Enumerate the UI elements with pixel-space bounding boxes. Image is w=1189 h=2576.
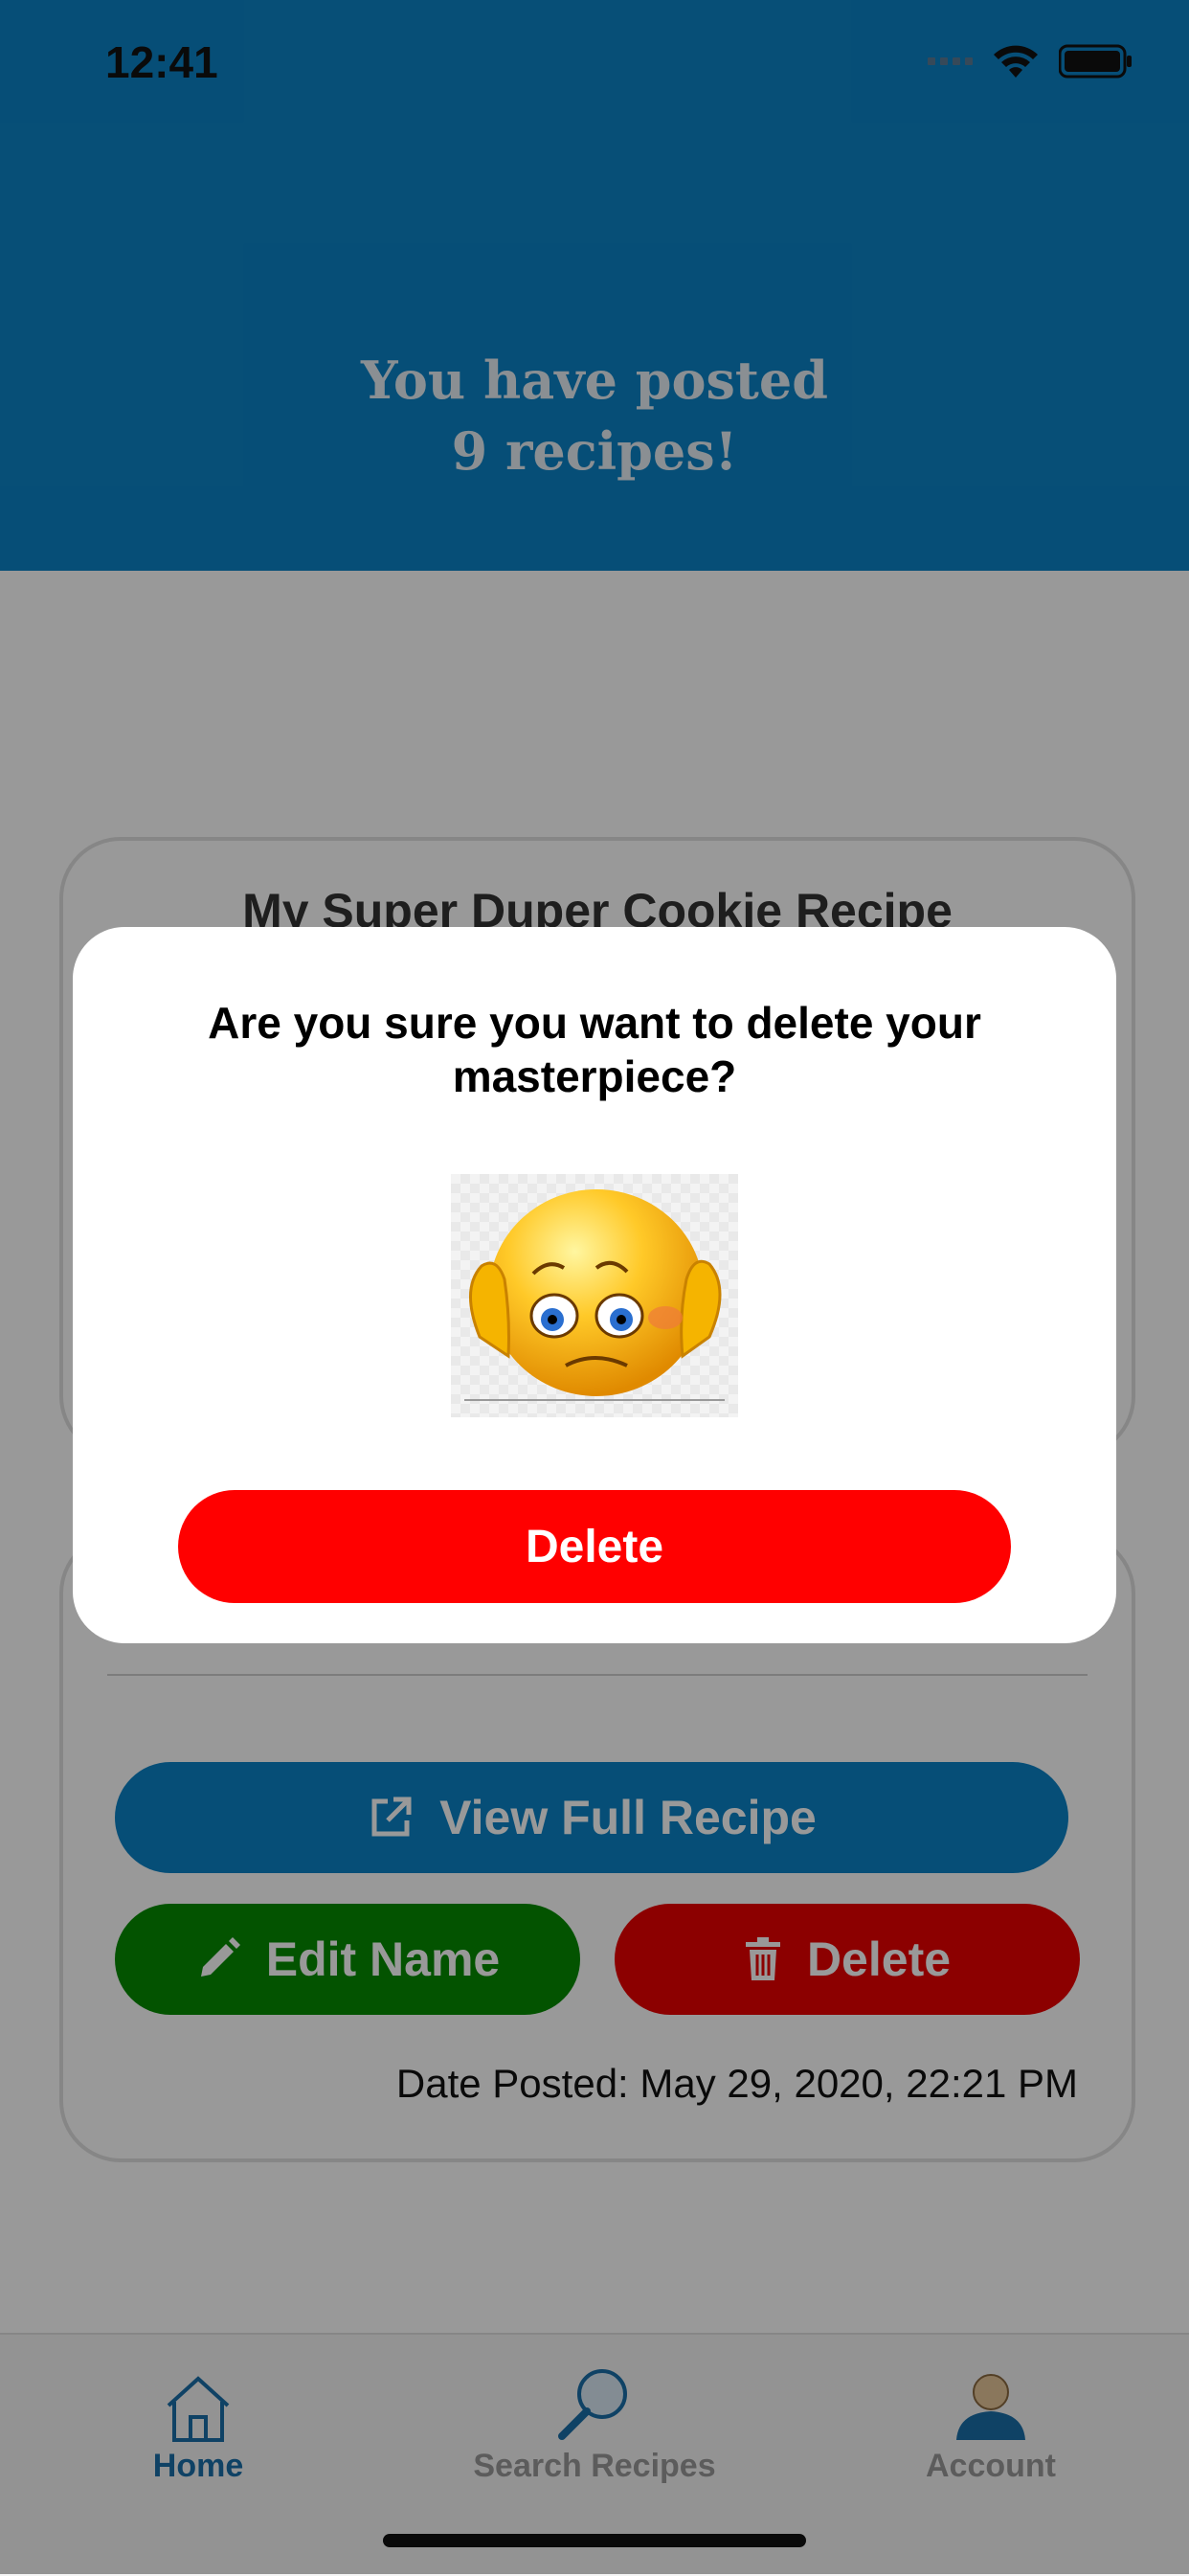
sad-face-icon (464, 1189, 725, 1401)
delete-confirm-question: Are you sure you want to delete your mas… (208, 998, 981, 1101)
confirm-delete-label: Delete (525, 1521, 664, 1572)
sad-face-image (451, 1174, 738, 1417)
delete-confirm-dialog: Are you sure you want to delete your mas… (73, 927, 1116, 1643)
confirm-delete-button[interactable]: Delete (178, 1490, 1011, 1603)
